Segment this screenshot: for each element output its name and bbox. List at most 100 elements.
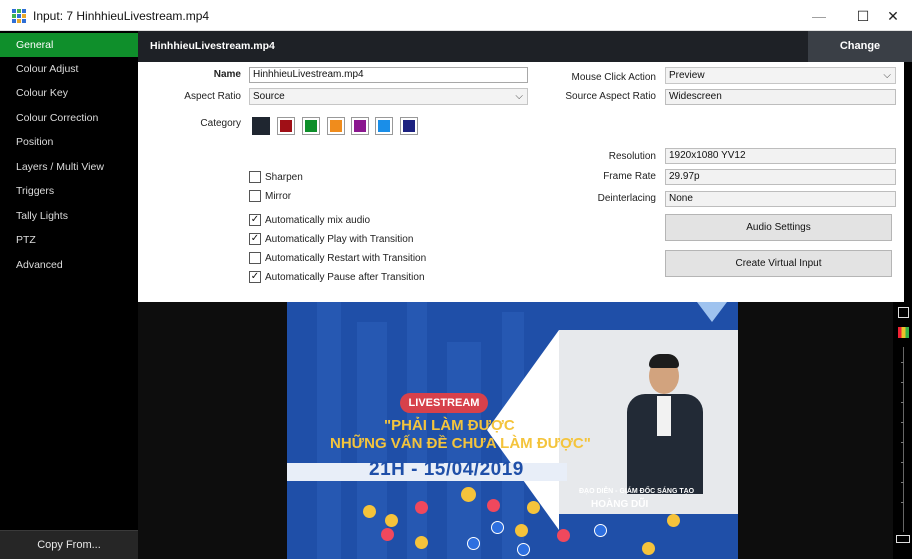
presenter-hair xyxy=(649,354,679,368)
minimize-button[interactable]: — xyxy=(806,6,832,26)
sharpen-checkbox[interactable] xyxy=(249,171,261,183)
copy-from-button[interactable]: Copy From... xyxy=(0,530,138,559)
meter-tick xyxy=(901,502,904,503)
auto-restart-transition-checkbox[interactable] xyxy=(249,252,261,264)
credit-role: ĐẠO DIỄN - GIÁM ĐỐC SÁNG TẠO xyxy=(579,488,695,495)
sidebar: General Colour Adjust Colour Key Colour … xyxy=(0,31,138,559)
source-aspect-ratio-field: Widescreen xyxy=(665,89,896,105)
sidebar-item-position[interactable]: Position xyxy=(0,130,138,154)
deinterlacing-label: Deinterlacing xyxy=(597,193,656,204)
create-virtual-input-button[interactable]: Create Virtual Input xyxy=(665,250,892,277)
resolution-field: 1920x1080 YV12 xyxy=(665,148,896,164)
mouse-click-action-label: Mouse Click Action xyxy=(571,72,656,83)
auto-pause-transition-label: Automatically Pause after Transition xyxy=(265,272,425,283)
category-color-1[interactable] xyxy=(252,117,270,135)
emoji-haha-icon xyxy=(385,514,398,527)
mirror-label: Mirror xyxy=(265,191,292,202)
input-header: HinhhieuLivestream.mp4 Change xyxy=(138,31,912,62)
aspect-ratio-select[interactable]: Source ⌵ xyxy=(249,88,528,105)
meter-tick xyxy=(901,462,904,463)
name-input[interactable]: HinhhieuLivestream.mp4 xyxy=(249,67,528,83)
change-button[interactable]: Change xyxy=(808,31,912,62)
source-aspect-ratio-label: Source Aspect Ratio xyxy=(565,91,656,102)
input-filename: HinhhieuLivestream.mp4 xyxy=(150,40,275,52)
mouse-click-action-value: Preview xyxy=(669,70,705,81)
chevron-down-icon: ⌵ xyxy=(883,70,891,81)
auto-mix-audio-label: Automatically mix audio xyxy=(265,215,371,226)
category-label: Category xyxy=(200,118,241,129)
presenter-shirt xyxy=(657,396,671,436)
chevron-down-icon: ⌵ xyxy=(515,91,523,102)
auto-mix-audio-checkbox[interactable]: ✓ xyxy=(249,214,261,226)
emoji-heart-icon xyxy=(415,501,428,514)
sharpen-label: Sharpen xyxy=(265,172,303,183)
title-bar: Input: 7 HinhhieuLivestream.mp4 — ☐ ✕ xyxy=(0,0,912,31)
volume-slider-track[interactable] xyxy=(903,347,904,532)
emoji-like-icon xyxy=(491,521,504,534)
sidebar-item-tally-lights[interactable]: Tally Lights xyxy=(0,204,138,228)
audio-meter-column xyxy=(893,302,912,559)
credit-name: HOÀNG DŨI xyxy=(591,499,649,510)
audio-settings-button[interactable]: Audio Settings xyxy=(665,214,892,241)
emoji-wow-icon xyxy=(363,505,376,518)
close-button[interactable]: ✕ xyxy=(880,6,906,26)
preview-toggle-icon[interactable] xyxy=(898,307,909,318)
name-label: Name xyxy=(213,69,241,80)
emoji-haha-icon xyxy=(667,514,680,527)
emoji-haha-icon xyxy=(642,542,655,555)
general-settings-panel: Name HinhhieuLivestream.mp4 Aspect Ratio… xyxy=(138,62,904,302)
meter-tick xyxy=(901,482,904,483)
meter-tick xyxy=(901,362,904,363)
auto-restart-transition-label: Automatically Restart with Transition xyxy=(265,253,427,264)
emoji-like-icon xyxy=(594,524,607,537)
sidebar-item-triggers[interactable]: Triggers xyxy=(0,179,138,203)
frame-rate-field: 29.97p xyxy=(665,169,896,185)
mouse-click-action-select[interactable]: Preview ⌵ xyxy=(665,67,896,84)
resolution-label: Resolution xyxy=(608,151,656,162)
sidebar-item-general[interactable]: General xyxy=(0,33,138,57)
headline-line-2: NHỮNG VẤN ĐỀ CHƯA LÀM ĐƯỢC" xyxy=(330,435,591,452)
sidebar-item-ptz[interactable]: PTZ xyxy=(0,228,138,252)
aspect-ratio-label: Aspect Ratio xyxy=(184,91,241,102)
auto-pause-transition-checkbox[interactable]: ✓ xyxy=(249,271,261,283)
livestream-badge: LIVESTREAM xyxy=(400,393,488,413)
colour-bars-icon[interactable] xyxy=(898,327,909,338)
category-color-6[interactable] xyxy=(375,117,393,135)
maximize-button[interactable]: ☐ xyxy=(850,6,876,26)
meter-tick xyxy=(901,382,904,383)
emoji-wow-icon xyxy=(515,524,528,537)
vmix-app-icon xyxy=(12,9,26,23)
sidebar-item-colour-key[interactable]: Colour Key xyxy=(0,81,138,105)
category-color-4[interactable] xyxy=(327,117,345,135)
emoji-angry-icon xyxy=(487,499,500,512)
aspect-ratio-value: Source xyxy=(253,91,285,102)
emoji-like-icon xyxy=(517,543,530,556)
building-shape xyxy=(317,302,341,559)
emoji-like-icon xyxy=(467,537,480,550)
category-color-7[interactable] xyxy=(400,117,418,135)
sidebar-item-colour-adjust[interactable]: Colour Adjust xyxy=(0,57,138,81)
meter-tick xyxy=(901,442,904,443)
video-preview[interactable]: LIVESTREAM "PHẢI LÀM ĐƯỢC NHỮNG VẤN ĐỀ C… xyxy=(287,302,738,559)
auto-play-transition-label: Automatically Play with Transition xyxy=(265,234,414,245)
meter-tick xyxy=(901,402,904,403)
emoji-wow-icon xyxy=(415,536,428,549)
category-color-2[interactable] xyxy=(277,117,295,135)
emoji-haha-icon xyxy=(527,501,540,514)
category-color-3[interactable] xyxy=(302,117,320,135)
window-title: Input: 7 HinhhieuLivestream.mp4 xyxy=(33,9,210,23)
mirror-checkbox[interactable] xyxy=(249,190,261,202)
auto-play-transition-checkbox[interactable]: ✓ xyxy=(249,233,261,245)
emoji-heart-icon xyxy=(557,529,570,542)
deinterlacing-field: None xyxy=(665,191,896,207)
emoji-angry-icon xyxy=(381,528,394,541)
volume-slider-handle[interactable] xyxy=(896,535,910,543)
light-triangle-shape xyxy=(697,302,727,322)
sidebar-item-colour-correction[interactable]: Colour Correction xyxy=(0,106,138,130)
frame-rate-label: Frame Rate xyxy=(603,171,656,182)
category-color-5[interactable] xyxy=(351,117,369,135)
sidebar-item-advanced[interactable]: Advanced xyxy=(0,253,138,277)
event-date: 21H - 15/04/2019 xyxy=(369,459,524,480)
sidebar-item-layers-multi-view[interactable]: Layers / Multi View xyxy=(0,155,138,179)
headline-line-1: "PHẢI LÀM ĐƯỢC xyxy=(384,417,515,434)
